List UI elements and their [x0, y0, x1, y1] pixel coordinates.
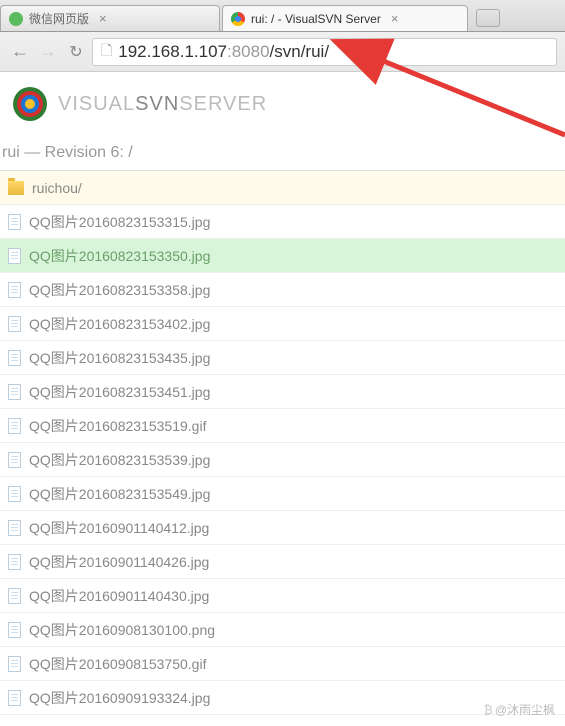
- file-icon: [8, 384, 21, 400]
- file-name: ruichou/: [32, 180, 82, 196]
- file-row[interactable]: QQ图片20160823153435.jpg: [0, 341, 565, 375]
- url-path: /svn/rui/: [270, 42, 330, 62]
- tab-visualsvn[interactable]: rui: / - VisualSVN Server ×: [222, 5, 468, 31]
- file-row[interactable]: QQ图片20160901140412.jpg: [0, 511, 565, 545]
- forward-button[interactable]: →: [36, 40, 60, 64]
- file-row[interactable]: QQ图片20160909193324.jpg: [0, 681, 565, 715]
- file-name: QQ图片20160823153519.gif: [29, 416, 206, 436]
- file-name: QQ图片20160823153549.jpg: [29, 484, 210, 504]
- file-row[interactable]: QQ图片20160823153519.gif: [0, 409, 565, 443]
- address-bar: ← → ↻ 🗋 192.168.1.107:8080/svn/rui/: [0, 32, 565, 72]
- tab-label: 微信网页版: [29, 10, 89, 27]
- folder-row[interactable]: ruichou/: [0, 171, 565, 205]
- browser-tabs: 微信网页版 × rui: / - VisualSVN Server ×: [0, 0, 565, 32]
- file-row[interactable]: QQ图片20160908153750.gif: [0, 647, 565, 681]
- file-icon: [8, 520, 21, 536]
- file-name: QQ图片20160908153750.gif: [29, 654, 206, 674]
- file-name: QQ图片20160901140426.jpg: [29, 552, 209, 572]
- file-name: QQ图片20160823153402.jpg: [29, 314, 210, 334]
- revision-line: rui — Revision 6: /: [0, 140, 565, 170]
- logo-row: VISUALSVNSERVER: [0, 86, 565, 122]
- file-name: QQ图片20160901140412.jpg: [29, 518, 209, 538]
- folder-icon: [8, 181, 24, 195]
- file-name: QQ图片20160823153358.jpg: [29, 280, 210, 300]
- file-icon: [8, 486, 21, 502]
- file-name: QQ图片20160823153315.jpg: [29, 212, 210, 232]
- file-row[interactable]: QQ图片20160823153315.jpg: [0, 205, 565, 239]
- tab-label: rui: / - VisualSVN Server: [251, 12, 381, 26]
- watermark: ₿@沐雨尘枫: [484, 701, 555, 718]
- close-icon[interactable]: ×: [99, 11, 107, 26]
- back-button[interactable]: ←: [8, 40, 32, 64]
- file-name: QQ图片20160823153435.jpg: [29, 348, 210, 368]
- watermark-icon: ₿: [484, 703, 493, 717]
- file-row[interactable]: QQ图片20160908130100.png: [0, 613, 565, 647]
- file-name: QQ图片20160908130100.png: [29, 620, 215, 640]
- file-icon: [8, 656, 21, 672]
- file-name: QQ图片20160823153539.jpg: [29, 450, 210, 470]
- file-icon: [8, 622, 21, 638]
- file-name: QQ图片20160823153451.jpg: [29, 382, 210, 402]
- file-icon: [8, 554, 21, 570]
- new-tab-button[interactable]: [476, 9, 500, 27]
- file-name: QQ图片20160823153350.jpg: [29, 246, 210, 266]
- file-row[interactable]: QQ图片20160901140426.jpg: [0, 545, 565, 579]
- file-icon: [8, 690, 21, 706]
- file-icon: [8, 350, 21, 366]
- file-icon: [8, 248, 21, 264]
- file-icon: [8, 418, 21, 434]
- reload-button[interactable]: ↻: [64, 40, 88, 64]
- page-content: VISUALSVNSERVER rui — Revision 6: / ruic…: [0, 72, 565, 715]
- file-row[interactable]: QQ图片20160823153549.jpg: [0, 477, 565, 511]
- file-icon: [8, 282, 21, 298]
- url-port: :8080: [227, 42, 270, 62]
- url-host: 192.168.1.107: [118, 42, 227, 62]
- page-icon: 🗋: [101, 40, 112, 64]
- visualsvn-logo-icon: [12, 86, 48, 122]
- file-icon: [8, 452, 21, 468]
- wechat-icon: [9, 12, 23, 26]
- file-row[interactable]: QQ图片20160823153451.jpg: [0, 375, 565, 409]
- chrome-icon: [231, 12, 245, 26]
- file-name: QQ图片20160901140430.jpg: [29, 586, 209, 606]
- file-icon: [8, 588, 21, 604]
- file-row[interactable]: QQ图片20160823153350.jpg: [0, 239, 565, 273]
- close-icon[interactable]: ×: [391, 11, 399, 26]
- file-icon: [8, 316, 21, 332]
- file-row[interactable]: QQ图片20160823153358.jpg: [0, 273, 565, 307]
- file-name: QQ图片20160909193324.jpg: [29, 688, 210, 708]
- file-row[interactable]: QQ图片20160901140430.jpg: [0, 579, 565, 613]
- file-row[interactable]: QQ图片20160823153402.jpg: [0, 307, 565, 341]
- tab-wechat[interactable]: 微信网页版 ×: [0, 5, 220, 31]
- logo-text: VISUALSVNSERVER: [58, 93, 267, 116]
- url-input[interactable]: 🗋 192.168.1.107:8080/svn/rui/: [92, 38, 557, 66]
- file-list: ruichou/QQ图片20160823153315.jpg QQ图片201608…: [0, 170, 565, 715]
- file-row[interactable]: QQ图片20160823153539.jpg: [0, 443, 565, 477]
- file-icon: [8, 214, 21, 230]
